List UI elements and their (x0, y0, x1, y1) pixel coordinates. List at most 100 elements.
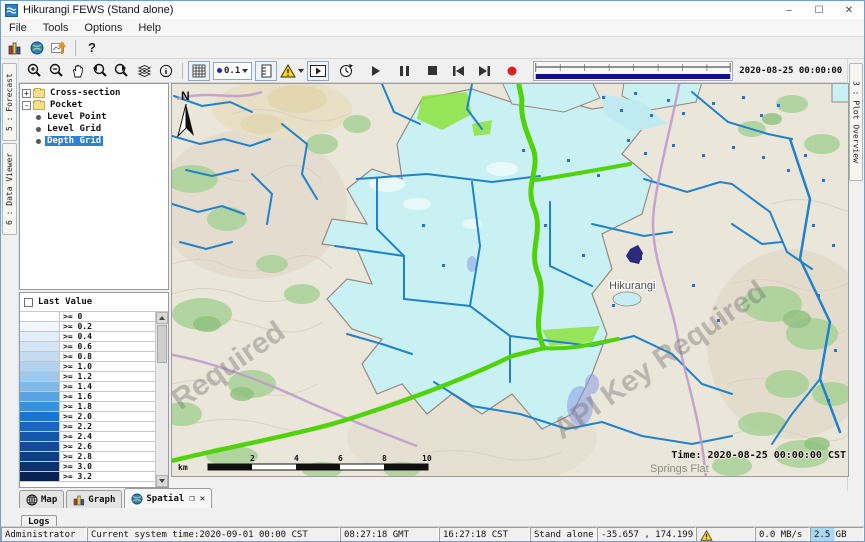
layers-button[interactable] (133, 61, 155, 81)
timeseries-button[interactable] (48, 38, 70, 58)
color-swatch (20, 382, 60, 391)
window-title: Hikurangi FEWS (Stand alone) (23, 4, 173, 16)
animation-button[interactable] (307, 61, 329, 81)
minimize-button[interactable]: – (774, 1, 804, 19)
tab-graph[interactable]: Graph (66, 490, 122, 508)
toolbar-separator (182, 63, 183, 79)
tab-map[interactable]: Map (19, 490, 64, 508)
app-logo-icon (5, 4, 18, 17)
tree-item-pocket[interactable]: - Pocket (22, 99, 166, 111)
timeline-date-label: 2020-08-25 00:00:00 CST (739, 66, 864, 76)
help-button[interactable]: ? (81, 38, 103, 58)
legend-row: >= 0.6 (20, 342, 155, 352)
tree-item-level-point[interactable]: Level Point (22, 111, 166, 123)
warning-triangle-icon (700, 530, 713, 541)
play-icon (371, 66, 381, 76)
svg-text:8: 8 (382, 454, 387, 463)
tab-restore-button[interactable]: ❐ (189, 494, 194, 504)
layers-tree-panel: + Cross-section - Pocket Level Point Lev… (19, 83, 169, 290)
legend-row: >= 2.8 (20, 452, 155, 462)
legend-row: >= 1.4 (20, 382, 155, 392)
status-bar: Administrator Current system time:2020-0… (1, 526, 865, 542)
legend-row: >= 2.0 (20, 412, 155, 422)
color-swatch (20, 312, 60, 321)
clock-icon (339, 63, 354, 78)
legend-row: >= 3.0 (20, 462, 155, 472)
bullet-icon (36, 127, 41, 132)
status-alerts[interactable] (696, 527, 755, 542)
color-swatch (20, 472, 60, 481)
expander-icon[interactable]: + (22, 89, 31, 98)
tab-forecast[interactable]: 5 : Forecast (2, 63, 17, 141)
legend-scrollbar[interactable] (155, 312, 168, 487)
tab-close-button[interactable]: ✕ (200, 494, 205, 504)
zoom-history-forward-icon (114, 63, 130, 78)
profile-button[interactable] (255, 61, 277, 81)
dot-icon (217, 68, 222, 73)
value-interval-dropdown[interactable]: 0.1 (213, 62, 252, 80)
last-value-checkbox[interactable] (24, 298, 33, 307)
stop-button[interactable] (421, 61, 443, 81)
status-mode: Stand alone (530, 527, 597, 542)
record-icon (507, 66, 517, 76)
zoom-out-button[interactable] (45, 61, 67, 81)
menu-help[interactable]: Help (130, 19, 169, 36)
tree-item-cross-section[interactable]: + Cross-section (22, 87, 166, 99)
pause-button[interactable] (393, 61, 415, 81)
scroll-thumb[interactable] (157, 325, 167, 363)
place-label-hikurangi: Hikurangi (609, 280, 655, 292)
grid-display-button[interactable] (188, 61, 210, 81)
close-button[interactable]: ✕ (834, 1, 864, 19)
zoom-previous-button[interactable] (89, 61, 111, 81)
right-tab-strip: 3 : Plot Overview (847, 59, 864, 491)
tree-item-depth-grid[interactable]: Depth Grid (22, 135, 166, 147)
scroll-up-button[interactable] (156, 312, 168, 324)
tab-plot-overview[interactable]: 3 : Plot Overview (849, 63, 863, 181)
globe-icon (30, 41, 44, 55)
color-swatch (20, 332, 60, 341)
play-button[interactable] (365, 61, 387, 81)
map-globe-button[interactable] (26, 38, 48, 58)
bar-chart-icon (73, 494, 85, 506)
folder-icon (33, 89, 45, 98)
legend-row: >= 0.4 (20, 332, 155, 342)
skip-end-icon (479, 66, 490, 76)
menu-tools[interactable]: Tools (35, 19, 77, 36)
step-forward-button[interactable] (473, 61, 495, 81)
pan-button[interactable] (67, 61, 89, 81)
step-back-button[interactable] (447, 61, 469, 81)
place-label-springs-flat: Springs Flat (650, 463, 709, 475)
menu-options[interactable]: Options (76, 19, 130, 36)
map-view[interactable]: API Key Required API Key Required Hikura… (171, 83, 849, 477)
map-canvas[interactable]: API Key Required API Key Required Hikura… (172, 84, 849, 477)
color-swatch (20, 402, 60, 411)
color-swatch (20, 392, 60, 401)
maximize-button[interactable]: ☐ (804, 1, 834, 19)
scroll-down-button[interactable] (156, 475, 168, 487)
map-time-label: Time: 2020-08-25 00:00:00 CST (671, 449, 846, 461)
logs-row: Logs (19, 509, 849, 526)
zoom-in-button[interactable] (23, 61, 45, 81)
thresholds-dropdown[interactable] (277, 61, 307, 81)
info-button[interactable] (155, 61, 177, 81)
tree-item-level-grid[interactable]: Level Grid (22, 123, 166, 135)
set-current-time-button[interactable] (335, 61, 357, 81)
grid-icon (192, 64, 206, 78)
menu-file[interactable]: File (1, 19, 35, 36)
color-swatch (20, 362, 60, 371)
info-icon (159, 64, 173, 78)
timeline-slider[interactable] (533, 61, 733, 81)
tab-spatial[interactable]: Spatial ❐ ✕ (124, 488, 212, 508)
hand-icon (71, 64, 85, 78)
zoom-next-button[interactable] (111, 61, 133, 81)
tab-data-viewer[interactable]: 6 : Data Viewer (2, 143, 17, 235)
color-swatch (20, 342, 60, 351)
color-swatch (20, 442, 60, 451)
legend-row: >= 2.4 (20, 432, 155, 442)
database-chart-button[interactable] (4, 38, 26, 58)
color-swatch (20, 462, 60, 471)
record-button[interactable] (501, 61, 523, 81)
color-swatch (20, 412, 60, 421)
skip-start-icon (453, 66, 464, 76)
expander-icon[interactable]: - (22, 101, 31, 110)
